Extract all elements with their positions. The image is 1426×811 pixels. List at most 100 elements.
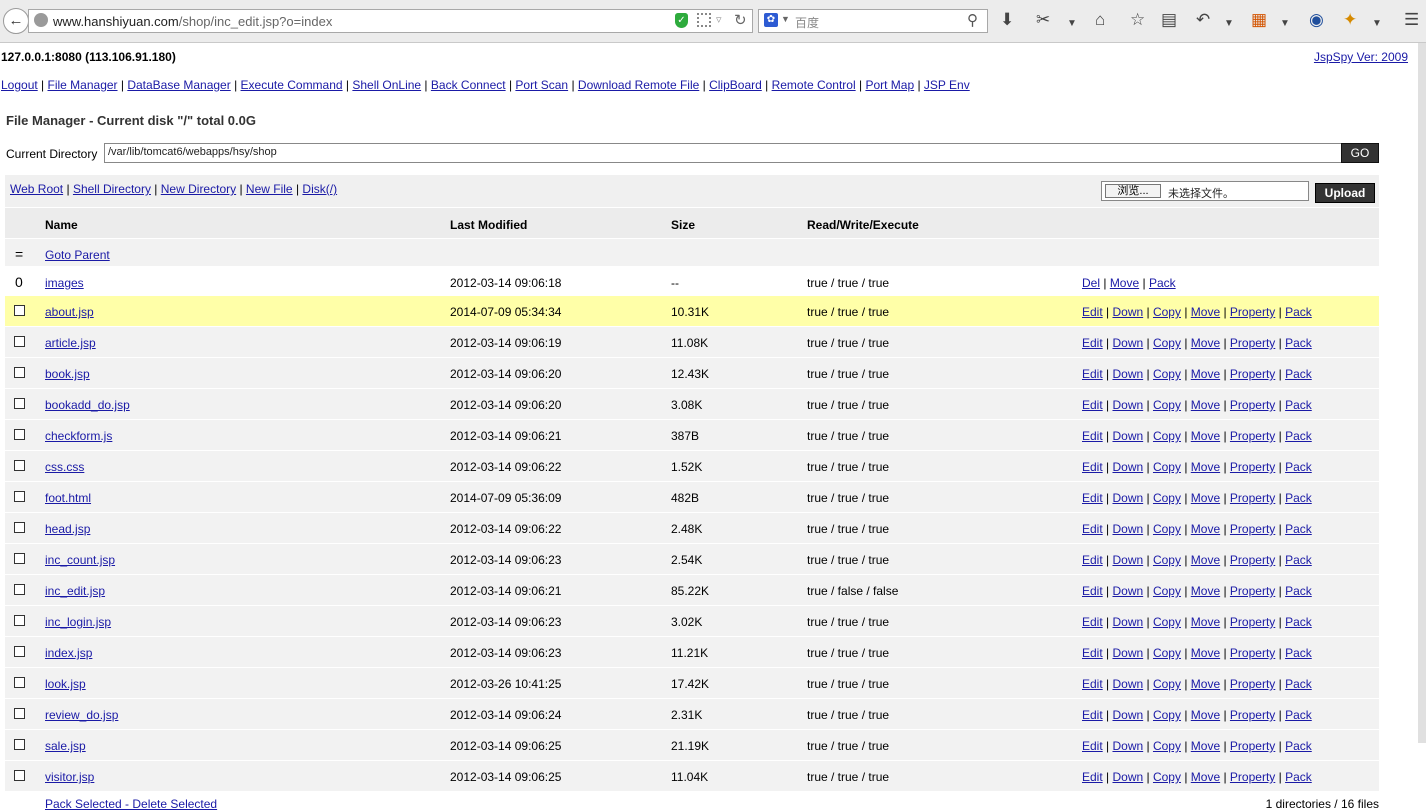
file-edit-link[interactable]: Edit [1082, 584, 1103, 598]
file-move-link[interactable]: Move [1191, 367, 1220, 381]
menu-link-logout[interactable]: Logout [1, 78, 38, 92]
file-checkbox[interactable] [14, 336, 25, 347]
file-checkbox[interactable] [14, 460, 25, 471]
menu-icon[interactable]: ☰ [1404, 10, 1419, 30]
file-copy-link[interactable]: Copy [1153, 460, 1181, 474]
download-icon[interactable]: ⬇ [1000, 10, 1014, 30]
page-scrollbar[interactable] [1418, 43, 1426, 743]
file-property-link[interactable]: Property [1230, 677, 1275, 691]
version-link[interactable]: JspSpy Ver: 2009 [1314, 50, 1408, 64]
url-bar[interactable]: www.hanshiyuan.com/shop/inc_edit.jsp?o=i… [28, 9, 753, 33]
file-name-link[interactable]: article.jsp [45, 336, 96, 350]
magnifier-icon[interactable]: ⚲ [967, 11, 978, 29]
file-name-link[interactable]: bookadd_do.jsp [45, 398, 130, 412]
file-property-link[interactable]: Property [1230, 522, 1275, 536]
file-down-link[interactable]: Down [1112, 460, 1143, 474]
menu-link-remote-control[interactable]: Remote Control [772, 78, 856, 92]
file-checkbox[interactable] [14, 770, 25, 781]
file-edit-link[interactable]: Edit [1082, 305, 1103, 319]
file-property-link[interactable]: Property [1230, 429, 1275, 443]
file-edit-link[interactable]: Edit [1082, 708, 1103, 722]
file-chooser[interactable]: 浏览... 未选择文件。 [1101, 181, 1309, 201]
file-edit-link[interactable]: Edit [1082, 739, 1103, 753]
file-move-link[interactable]: Move [1191, 460, 1220, 474]
undo-icon[interactable]: ↶ [1196, 10, 1210, 30]
file-copy-link[interactable]: Copy [1153, 615, 1181, 629]
file-property-link[interactable]: Property [1230, 584, 1275, 598]
file-move-link[interactable]: Move [1191, 615, 1220, 629]
file-move-link[interactable]: Move [1191, 646, 1220, 660]
file-edit-link[interactable]: Edit [1082, 491, 1103, 505]
file-move-link[interactable]: Move [1191, 336, 1220, 350]
file-down-link[interactable]: Down [1112, 491, 1143, 505]
file-down-link[interactable]: Down [1112, 367, 1143, 381]
file-pack-link[interactable]: Pack [1285, 460, 1312, 474]
file-name-link[interactable]: checkform.js [45, 429, 112, 443]
file-down-link[interactable]: Down [1112, 429, 1143, 443]
file-copy-link[interactable]: Copy [1153, 336, 1181, 350]
file-name-link[interactable]: sale.jsp [45, 739, 86, 753]
file-move-link[interactable]: Move [1191, 305, 1220, 319]
file-property-link[interactable]: Property [1230, 336, 1275, 350]
file-copy-link[interactable]: Copy [1153, 739, 1181, 753]
file-down-link[interactable]: Down [1112, 584, 1143, 598]
menu-link-port-map[interactable]: Port Map [865, 78, 914, 92]
bookmarks-list-icon[interactable]: ▤ [1161, 10, 1177, 30]
action-link-shell-directory[interactable]: Shell Directory [73, 182, 151, 196]
file-pack-link[interactable]: Pack [1285, 708, 1312, 722]
screenshot-dropdown-icon[interactable]: ▼ [1067, 14, 1077, 34]
menu-link-jsp-env[interactable]: JSP Env [924, 78, 970, 92]
menu-link-database-manager[interactable]: DataBase Manager [127, 78, 230, 92]
file-copy-link[interactable]: Copy [1153, 553, 1181, 567]
file-checkbox[interactable] [14, 584, 25, 595]
file-edit-link[interactable]: Edit [1082, 522, 1103, 536]
file-move-link[interactable]: Move [1191, 398, 1220, 412]
file-copy-link[interactable]: Copy [1153, 367, 1181, 381]
file-property-link[interactable]: Property [1230, 367, 1275, 381]
file-checkbox[interactable] [14, 739, 25, 750]
directory-name-link[interactable]: images [45, 276, 84, 290]
bookmark-star-icon[interactable]: ☆ [1130, 10, 1145, 30]
action-link-new-file[interactable]: New File [246, 182, 293, 196]
file-pack-link[interactable]: Pack [1285, 398, 1312, 412]
directory-pack-link[interactable]: Pack [1149, 276, 1176, 290]
file-checkbox[interactable] [14, 305, 25, 316]
file-copy-link[interactable]: Copy [1153, 770, 1181, 784]
file-checkbox[interactable] [14, 615, 25, 626]
file-edit-link[interactable]: Edit [1082, 770, 1103, 784]
file-copy-link[interactable]: Copy [1153, 584, 1181, 598]
back-arrow-icon[interactable]: ← [3, 8, 29, 34]
file-pack-link[interactable]: Pack [1285, 367, 1312, 381]
extension-dropdown-icon[interactable]: ▼ [1372, 14, 1382, 34]
file-name-link[interactable]: inc_edit.jsp [45, 584, 105, 598]
file-name-link[interactable]: index.jsp [45, 646, 92, 660]
file-name-link[interactable]: inc_count.jsp [45, 553, 115, 567]
file-move-link[interactable]: Move [1191, 739, 1220, 753]
file-copy-link[interactable]: Copy [1153, 398, 1181, 412]
action-link-web-root[interactable]: Web Root [10, 182, 63, 196]
file-down-link[interactable]: Down [1112, 336, 1143, 350]
search-engine-dropdown-icon[interactable]: ▼ [781, 14, 790, 24]
file-edit-link[interactable]: Edit [1082, 646, 1103, 660]
file-pack-link[interactable]: Pack [1285, 491, 1312, 505]
file-copy-link[interactable]: Copy [1153, 305, 1181, 319]
file-property-link[interactable]: Property [1230, 460, 1275, 474]
shield-icon[interactable]: ✓ [675, 13, 688, 28]
file-pack-link[interactable]: Pack [1285, 553, 1312, 567]
menu-link-download-remote-file[interactable]: Download Remote File [578, 78, 699, 92]
undo-dropdown-icon[interactable]: ▼ [1224, 14, 1234, 34]
file-checkbox[interactable] [14, 708, 25, 719]
file-edit-link[interactable]: Edit [1082, 553, 1103, 567]
file-property-link[interactable]: Property [1230, 770, 1275, 784]
file-edit-link[interactable]: Edit [1082, 367, 1103, 381]
menu-link-execute-command[interactable]: Execute Command [241, 78, 343, 92]
file-property-link[interactable]: Property [1230, 305, 1275, 319]
file-down-link[interactable]: Down [1112, 770, 1143, 784]
file-edit-link[interactable]: Edit [1082, 336, 1103, 350]
file-name-link[interactable]: head.jsp [45, 522, 90, 536]
file-copy-link[interactable]: Copy [1153, 646, 1181, 660]
go-button[interactable]: GO [1341, 143, 1379, 163]
file-edit-link[interactable]: Edit [1082, 429, 1103, 443]
baidu-paw-icon[interactable]: ✿ [764, 13, 778, 27]
file-down-link[interactable]: Down [1112, 646, 1143, 660]
